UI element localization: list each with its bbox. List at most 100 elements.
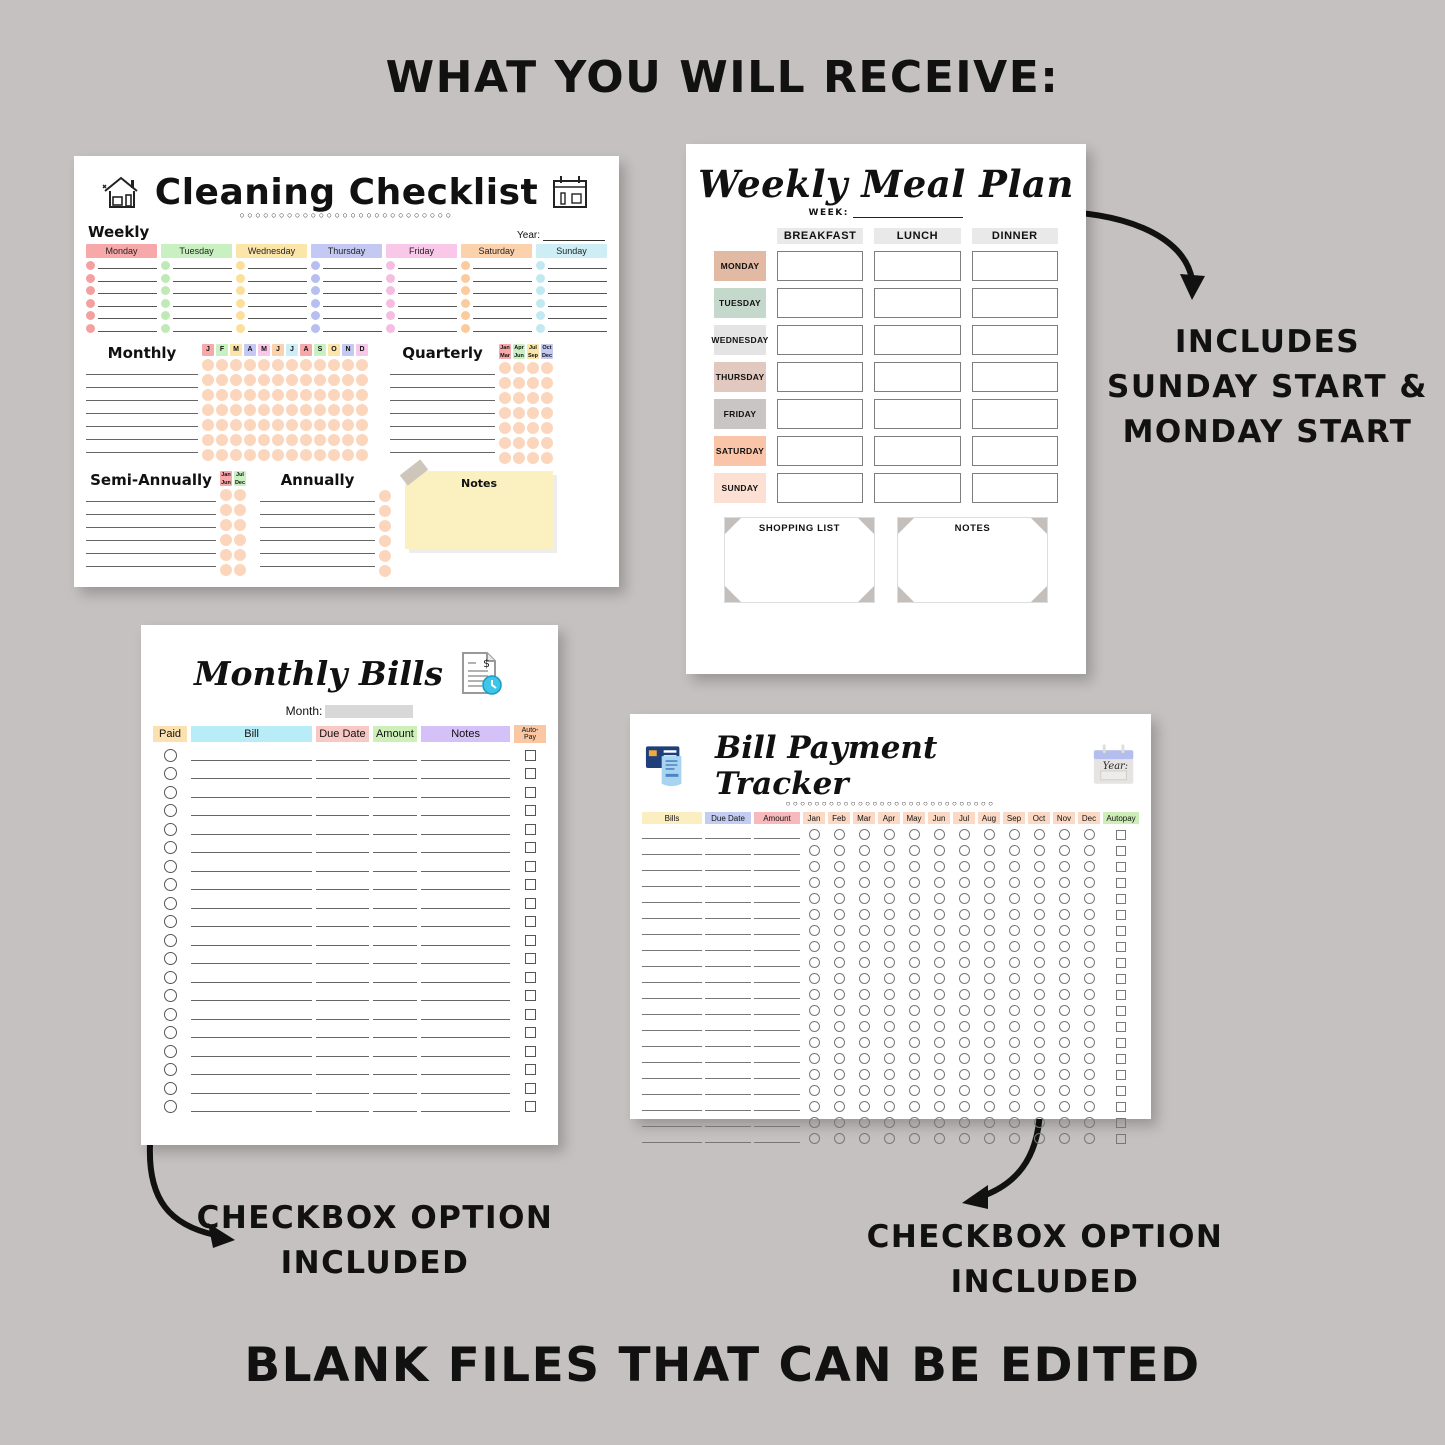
month-paid-radio[interactable] <box>858 1069 870 1080</box>
bills-write-line[interactable] <box>642 878 702 887</box>
quarterly-check-row[interactable] <box>499 392 561 404</box>
task-row[interactable] <box>311 273 382 283</box>
monthly-check-dot[interactable] <box>258 419 270 431</box>
month-cell-apr[interactable] <box>878 1085 900 1096</box>
tracker-row[interactable] <box>642 1037 1139 1048</box>
due-date-write-line[interactable] <box>316 1064 369 1076</box>
month-paid-radio[interactable] <box>958 845 970 856</box>
month-paid-radio[interactable] <box>983 829 995 840</box>
sheet-bill-payment-tracker[interactable]: Bill Payment Tracker Year: ○○○○○○○○○○○○○… <box>630 714 1151 1144</box>
month-paid-radio[interactable] <box>983 941 995 952</box>
amount-write-line[interactable] <box>372 953 418 965</box>
task-write-line[interactable] <box>473 287 532 294</box>
bills-write-line[interactable] <box>642 910 702 919</box>
autopay-checkbox[interactable] <box>524 879 536 891</box>
month-paid-radio[interactable] <box>908 989 920 1000</box>
autopay-checkbox[interactable] <box>524 749 536 761</box>
month-cell-sep[interactable] <box>1003 829 1025 840</box>
month-cell-nov[interactable] <box>1053 1133 1075 1144</box>
month-cell-mar[interactable] <box>853 1085 875 1096</box>
amount-write-line[interactable] <box>754 878 800 887</box>
month-cell-dec[interactable] <box>1078 829 1100 840</box>
month-cell-feb[interactable] <box>828 941 850 952</box>
quarterly-check-dot[interactable] <box>513 422 525 434</box>
task-bullet-icon[interactable] <box>536 311 545 320</box>
quarterly-check-dot[interactable] <box>499 437 511 449</box>
paid-radio[interactable] <box>163 748 177 762</box>
month-cell-jul[interactable] <box>953 989 975 1000</box>
month-paid-radio[interactable] <box>1008 877 1020 888</box>
month-paid-radio[interactable] <box>808 829 820 840</box>
bills-write-line[interactable] <box>642 942 702 951</box>
task-row[interactable] <box>461 261 532 270</box>
monthly-check-dot[interactable] <box>286 404 298 416</box>
month-paid-radio[interactable] <box>858 829 870 840</box>
task-write-line[interactable] <box>473 325 532 332</box>
quarterly-check-dot[interactable] <box>499 392 511 404</box>
month-paid-radio[interactable] <box>1033 861 1045 872</box>
task-bullet-icon[interactable] <box>461 298 470 308</box>
tracker-row[interactable] <box>642 845 1139 856</box>
month-cell-apr[interactable] <box>878 845 900 856</box>
month-cell-may[interactable] <box>903 829 925 840</box>
autopay-checkbox[interactable] <box>524 786 536 798</box>
autopay-checkbox[interactable] <box>1116 941 1126 952</box>
task-bullet-icon[interactable] <box>311 261 320 270</box>
paid-radio[interactable] <box>163 933 177 947</box>
month-paid-radio[interactable] <box>1008 989 1020 1000</box>
bill-write-line[interactable] <box>191 953 313 965</box>
month-cell-may[interactable] <box>903 1005 925 1016</box>
monthly-check-dot[interactable] <box>328 359 340 371</box>
task-bullet-icon[interactable] <box>386 311 395 320</box>
month-paid-radio[interactable] <box>883 1133 895 1144</box>
month-cell-aug[interactable] <box>978 989 1000 1000</box>
month-paid-radio[interactable] <box>1033 909 1045 920</box>
month-cell-oct[interactable] <box>1028 861 1050 872</box>
month-cell-oct[interactable] <box>1028 877 1050 888</box>
meal-cell-saturday-dinner[interactable] <box>971 436 1058 466</box>
task-bullet-icon[interactable] <box>86 298 95 308</box>
monthly-bills-rows[interactable] <box>153 748 546 1114</box>
autopay-cell[interactable] <box>1103 1117 1139 1128</box>
bills-row[interactable] <box>153 785 546 799</box>
monthly-check-dot[interactable] <box>230 419 242 431</box>
autopay-checkbox[interactable] <box>524 768 536 780</box>
task-write-line[interactable] <box>173 275 232 282</box>
task-write-line[interactable] <box>473 262 532 269</box>
quarterly-check-dot[interactable] <box>499 407 511 419</box>
month-paid-radio[interactable] <box>933 1133 945 1144</box>
task-bullet-icon[interactable] <box>161 311 170 320</box>
task-write-line[interactable] <box>173 312 232 319</box>
task-bullet-icon[interactable] <box>311 323 320 333</box>
amount-write-line[interactable] <box>754 974 800 983</box>
notes-write-line[interactable] <box>421 768 511 780</box>
notes-write-line[interactable] <box>421 787 511 798</box>
month-input[interactable] <box>325 705 414 719</box>
bill-write-line[interactable] <box>191 1083 313 1094</box>
annual-check-row[interactable] <box>379 490 393 502</box>
task-bullet-icon[interactable] <box>536 323 545 333</box>
month-paid-radio[interactable] <box>908 1133 920 1144</box>
paid-cell[interactable] <box>153 915 187 929</box>
meal-cell-thursday-lunch[interactable] <box>874 362 961 392</box>
month-cell-feb[interactable] <box>828 861 850 872</box>
month-paid-radio[interactable] <box>933 1069 945 1080</box>
month-cell-sep[interactable] <box>1003 1053 1025 1064</box>
month-cell-oct[interactable] <box>1028 989 1050 1000</box>
month-cell-aug[interactable] <box>978 893 1000 904</box>
task-row[interactable] <box>461 311 532 320</box>
month-cell-jan[interactable] <box>803 1069 825 1080</box>
autopay-cell[interactable] <box>1103 893 1139 904</box>
month-paid-radio[interactable] <box>1058 1069 1070 1080</box>
month-cell-sep[interactable] <box>1003 989 1025 1000</box>
month-cell-dec[interactable] <box>1078 909 1100 920</box>
month-paid-radio[interactable] <box>858 877 870 888</box>
task-write-line[interactable] <box>173 325 232 332</box>
task-row[interactable] <box>236 311 307 320</box>
month-paid-radio[interactable] <box>1058 845 1070 856</box>
monthly-check-dot[interactable] <box>272 434 284 446</box>
notes-write-line[interactable] <box>421 990 511 1002</box>
due-date-write-line[interactable] <box>705 974 751 983</box>
month-cell-feb[interactable] <box>828 1085 850 1096</box>
month-paid-radio[interactable] <box>1033 829 1045 840</box>
